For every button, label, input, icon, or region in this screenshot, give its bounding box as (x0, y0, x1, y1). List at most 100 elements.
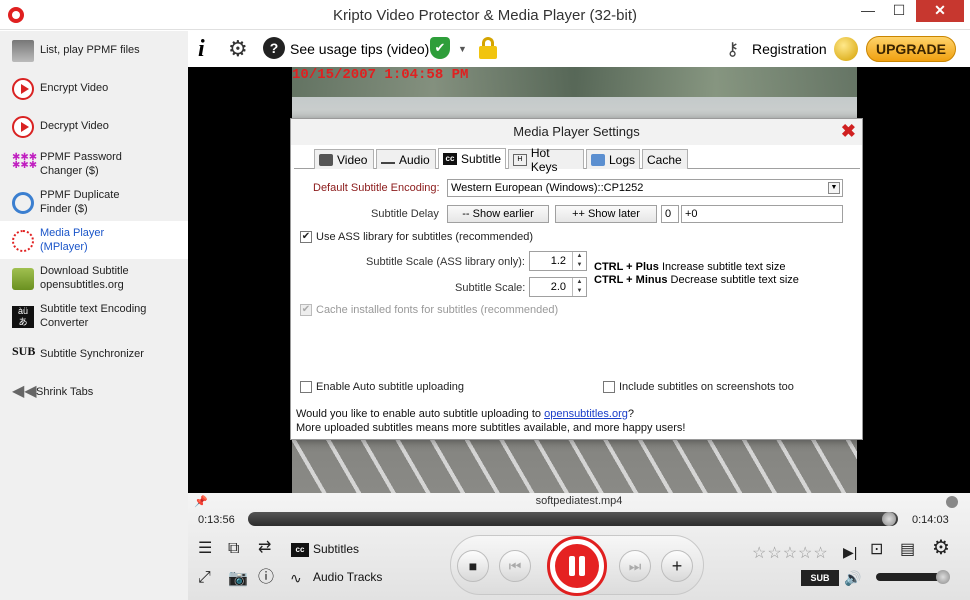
minimize-button[interactable]: — (853, 0, 883, 22)
spinner-arrows-icon[interactable]: ▲ ▼ (572, 252, 586, 270)
logs-icon (591, 153, 605, 166)
sidebar-item-duplicate-finder[interactable]: PPMF Duplicate Finder ($) (0, 183, 188, 221)
checkbox-label: Use ASS library for subtitles (recommend… (316, 231, 534, 243)
camera-icon[interactable]: 📷 (228, 570, 248, 588)
keys-icon[interactable]: ⚷ (726, 37, 739, 61)
sidebar-item-shrink-tabs[interactable]: ◀◀ Shrink Tabs (0, 373, 188, 411)
scale-ass-spinner[interactable]: 1.2 ▲ ▼ (529, 251, 587, 271)
toolbar: i ⚙ ? See usage tips (video) ✔ ▼ ⚷ Regis… (188, 31, 970, 67)
subtitles-button[interactable]: Subtitles (313, 542, 359, 556)
tab-subtitle[interactable]: cc Subtitle (438, 148, 506, 169)
checkbox-box[interactable] (300, 381, 312, 393)
volume-slider[interactable] (876, 570, 950, 584)
sidebar-item-label: Encrypt Video (40, 82, 109, 94)
scale-label: Subtitle Scale: (455, 282, 526, 294)
seek-bar[interactable] (248, 512, 898, 526)
chevron-down-icon[interactable]: ▼ (828, 182, 840, 194)
hint-text: Increase subtitle text size (658, 261, 786, 273)
chevron-down-icon[interactable]: ▼ (458, 37, 467, 61)
use-ass-checkbox[interactable]: ✔ Use ASS library for subtitles (recomme… (300, 231, 533, 243)
subtitle-sound-icon[interactable]: SUB (801, 570, 839, 586)
tab-logs[interactable]: Logs (586, 149, 640, 169)
lock-icon[interactable] (478, 37, 498, 59)
auto-upload-checkbox[interactable]: Enable Auto subtitle uploading (300, 381, 464, 393)
tab-cache[interactable]: Cache (642, 149, 688, 169)
include-screenshots-checkbox[interactable]: Include subtitles on screenshots too (603, 381, 794, 393)
step-forward-icon[interactable]: ▶| (843, 543, 857, 561)
checkbox-box[interactable]: ✔ (300, 231, 312, 243)
dialog-title: Media Player Settings (291, 119, 862, 145)
hint-increase: CTRL + Plus Increase subtitle text size (594, 261, 785, 273)
coins-icon (834, 37, 858, 61)
shuffle-icon[interactable]: ⇄ (258, 539, 271, 557)
tab-video[interactable]: Video (314, 149, 374, 169)
encoding-label: Default Subtitle Encoding: (313, 182, 440, 194)
registration-button[interactable]: Registration (752, 37, 827, 61)
delay-value-field[interactable]: 0 (661, 205, 679, 223)
stop-button[interactable]: ■ (457, 550, 489, 582)
opensubtitles-link[interactable]: opensubtitles.org (544, 408, 628, 420)
rating-stars[interactable]: ☆☆☆☆☆ (752, 543, 829, 563)
info-icon[interactable]: i (198, 36, 205, 62)
delay-text-field[interactable]: +0 (681, 205, 843, 223)
previous-button[interactable]: ⏮ (499, 550, 531, 582)
video-icon (319, 153, 333, 166)
hotkeys-icon: H (513, 153, 527, 166)
window-title: Kripto Video Protector & Media Player (3… (332, 7, 638, 24)
spinner-arrows-icon[interactable]: ▲ ▼ (572, 278, 586, 296)
usage-tips-link[interactable]: See usage tips (video) (290, 37, 429, 61)
pause-button[interactable] (547, 536, 607, 596)
sidebar-item-password-changer[interactable]: ✱✱✱ ✱✱✱ PPMF Password Changer ($) (0, 145, 188, 183)
settings-dialog: Media Player Settings ✖ Video Audio cc Su… (290, 118, 863, 440)
playlist-icon[interactable]: ☰ (198, 540, 212, 558)
maximize-button[interactable]: ☐ (884, 0, 914, 22)
seek-knob[interactable] (882, 512, 896, 526)
info-circle-icon[interactable]: ⓘ (258, 569, 274, 587)
audio-tracks-button[interactable]: Audio Tracks (313, 570, 382, 584)
sidebar: List, play PPMF files Encrypt Video Decr… (0, 31, 188, 600)
checkbox-box[interactable] (603, 381, 615, 393)
upgrade-button[interactable]: UPGRADE (866, 36, 956, 62)
cc-icon[interactable]: cc (291, 543, 309, 557)
tab-hotkeys[interactable]: H Hot Keys (508, 146, 584, 174)
media-player-icon (12, 230, 34, 252)
equalizer-icon[interactable]: ▤ (900, 541, 915, 559)
gear-icon[interactable]: ⚙ (228, 36, 248, 61)
sidebar-item-media-player[interactable]: Media Player (MPlayer) (0, 221, 188, 259)
show-earlier-button[interactable]: -- Show earlier (447, 205, 549, 223)
toggle-icon[interactable] (946, 496, 958, 508)
add-button[interactable]: + (661, 550, 693, 582)
video-timestamp: 10/15/2007 1:04:58 PM (292, 67, 469, 83)
play-lock-icon (12, 78, 34, 100)
cache-fonts-checkbox: ✔ Cache installed fonts for subtitles (r… (300, 304, 558, 316)
sidebar-item-label: PPMF Password Changer ($) (40, 151, 122, 177)
fullscreen-icon[interactable]: ⤢ (198, 569, 211, 587)
encoding-select[interactable]: Western European (Windows)::CP1252 ▼ (447, 179, 843, 197)
shield-icon[interactable]: ✔ (430, 37, 450, 59)
window-icon[interactable]: ⧉ (228, 540, 239, 558)
dialog-close-icon[interactable]: ✖ (841, 121, 856, 141)
title-bar: Kripto Video Protector & Media Player (3… (0, 0, 970, 30)
volume-icon[interactable]: 🔊 (844, 569, 861, 587)
settings-gear-icon[interactable]: ⚙ (932, 538, 950, 558)
checkbox-label: Include subtitles on screenshots too (619, 381, 794, 393)
encoding-icon: àü あ (12, 306, 34, 328)
sub-icon: SUB (12, 344, 36, 358)
sidebar-item-encoding-converter[interactable]: àü あ Subtitle text Encoding Converter (0, 297, 188, 335)
help-icon[interactable]: ? (263, 37, 285, 59)
scale-spinner[interactable]: 2.0 ▲ ▼ (529, 277, 587, 297)
show-later-button[interactable]: ++ Show later (555, 205, 657, 223)
aspect-icon[interactable]: ⊡ (870, 541, 883, 559)
tab-audio[interactable]: Audio (376, 149, 436, 169)
next-button[interactable]: ⏭ (619, 550, 651, 582)
close-button[interactable]: ✕ (916, 0, 964, 22)
sidebar-item-download-subtitle[interactable]: Download Subtitle opensubtitles.org (0, 259, 188, 297)
tab-label: Cache (647, 152, 682, 167)
checkbox-label: Cache installed fonts for subtitles (rec… (316, 304, 559, 316)
sidebar-item-list-play[interactable]: List, play PPMF files (0, 31, 188, 69)
sidebar-item-synchronizer[interactable]: SUB Subtitle Synchronizer (0, 335, 188, 373)
volume-knob[interactable] (936, 570, 950, 584)
sidebar-item-decrypt[interactable]: Decrypt Video (0, 107, 188, 145)
tab-label: Subtitle (460, 152, 501, 166)
sidebar-item-encrypt[interactable]: Encrypt Video (0, 69, 188, 107)
